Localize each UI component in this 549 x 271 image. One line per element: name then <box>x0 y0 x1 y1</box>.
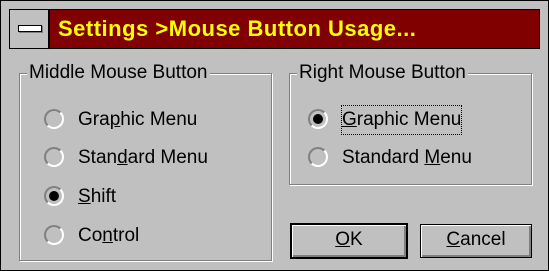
radio-indicator-selected[interactable] <box>308 109 328 129</box>
right-option-standard-menu-label: Standard Menu <box>342 147 472 168</box>
ok-button-label: OK <box>335 229 363 250</box>
radio-indicator[interactable] <box>44 147 64 167</box>
middle-option-standard-menu[interactable]: Standard Menu <box>44 144 254 172</box>
middle-mouse-button-group-title: Middle Mouse Button <box>27 62 210 84</box>
cancel-button[interactable]: Cancel <box>420 224 532 258</box>
system-menu-bar-icon <box>18 25 42 32</box>
settings-dialog: Settings >Mouse Button Usage... Middle M… <box>0 0 549 271</box>
right-mouse-button-group-title: Right Mouse Button <box>297 62 468 84</box>
right-mouse-button-group: Right Mouse Button Graphic Menu Standard… <box>289 62 532 185</box>
middle-mouse-button-group: Middle Mouse Button Graphic Menu Standar… <box>19 62 272 261</box>
right-option-graphic-menu-label: Graphic Menu <box>340 105 463 135</box>
middle-option-graphic-menu-label: Graphic Menu <box>78 109 198 130</box>
radio-dot-icon <box>49 191 59 201</box>
title-bar[interactable]: Settings >Mouse Button Usage... <box>9 9 540 49</box>
window-title: Settings >Mouse Button Usage... <box>58 16 417 41</box>
radio-indicator[interactable] <box>44 109 64 129</box>
right-option-graphic-menu[interactable]: Graphic Menu <box>308 105 518 135</box>
middle-option-control-label: Control <box>78 225 140 246</box>
system-menu-button[interactable] <box>10 10 50 48</box>
radio-indicator[interactable] <box>44 225 64 245</box>
middle-option-standard-menu-label: Standard Menu <box>78 147 208 168</box>
radio-dot-icon <box>313 114 323 124</box>
middle-option-shift-label: Shift <box>78 186 117 207</box>
radio-indicator-selected[interactable] <box>44 186 64 206</box>
radio-indicator[interactable] <box>308 147 328 167</box>
middle-option-shift[interactable]: Shift <box>44 183 164 211</box>
right-option-standard-menu[interactable]: Standard Menu <box>308 144 523 172</box>
middle-option-graphic-menu[interactable]: Graphic Menu <box>44 106 244 134</box>
middle-option-control[interactable]: Control <box>44 222 184 250</box>
ok-button[interactable]: OK <box>290 223 408 259</box>
cancel-button-label: Cancel <box>446 229 506 250</box>
